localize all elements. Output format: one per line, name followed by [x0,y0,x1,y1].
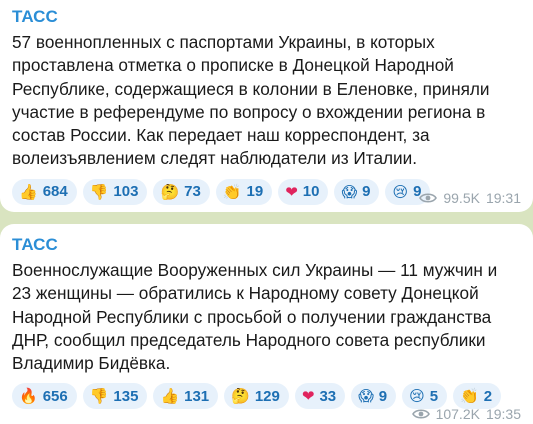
reaction-scream[interactable]: 😱 9 [351,383,397,410]
thumbs-up-icon: 👍 [19,183,38,201]
message-time: 19:31 [485,190,521,206]
eye-icon [411,409,430,419]
heart-icon: ❤ [301,388,315,406]
reaction-clap[interactable]: 👏 19 [215,178,273,205]
reaction-count: 33 [319,387,337,405]
reaction-thumbs-down[interactable]: 👎 135 [82,383,148,410]
screaming-face-icon: 😱 [341,183,358,201]
reaction-thumbs-up[interactable]: 👍 131 [153,383,219,410]
reaction-thumbs-down[interactable]: 👎 103 [82,178,148,205]
reaction-heart[interactable]: ❤ 33 [294,383,346,410]
message-meta: 99.5K 19:31 [419,190,521,206]
reaction-count: 10 [302,183,320,201]
reaction-count: 129 [254,387,280,405]
reaction-thinking[interactable]: 🤔 73 [153,178,210,205]
message-bubble-1: ТАСС 57 военнопленных с паспортами Украи… [0,0,533,212]
thinking-face-icon: 🤔 [231,388,250,406]
reaction-count: 684 [42,183,68,201]
channel-author[interactable]: ТАСС [12,234,521,256]
crying-face-icon: 😢 [392,183,409,201]
reaction-count: 73 [184,183,201,201]
eye-icon [419,193,438,203]
reaction-count: 135 [113,387,139,405]
reaction-count: 131 [184,387,210,405]
reaction-count: 2 [483,387,493,405]
clapping-hands-icon: 👏 [460,388,479,406]
heart-icon: ❤ [285,183,298,201]
reaction-thumbs-up[interactable]: 👍 684 [12,178,77,205]
reaction-count: 19 [246,183,264,201]
message-text: 57 военнопленных с паспортами Украины, в… [12,32,490,169]
reaction-count: 656 [42,387,68,405]
thumbs-down-icon: 👎 [89,388,109,406]
screaming-face-icon: 😱 [358,388,374,406]
message-bubble-2: ТАСС Военнослужащие Вооруженных сил Укра… [0,224,533,424]
reaction-scream[interactable]: 😱 9 [334,178,380,205]
view-count: 99.5K [443,190,480,206]
reaction-fire[interactable]: 🔥 656 [12,383,77,410]
crying-face-icon: 😢 [409,388,425,406]
thumbs-down-icon: 👎 [89,183,109,201]
reaction-count: 5 [429,387,439,405]
message-text: Военнослужащие Вооруженных сил Украины —… [12,260,498,374]
reaction-count: 9 [362,183,371,201]
thumbs-up-icon: 👍 [160,388,180,406]
channel-author[interactable]: ТАСС [12,6,521,28]
reaction-thinking[interactable]: 🤔 129 [224,383,289,410]
reaction-heart[interactable]: ❤ 10 [278,178,329,205]
fire-icon: 🔥 [19,388,38,406]
thinking-face-icon: 🤔 [160,183,180,201]
reaction-count: 9 [378,387,388,405]
reaction-count: 103 [113,183,139,201]
clapping-hands-icon: 👏 [222,183,242,201]
